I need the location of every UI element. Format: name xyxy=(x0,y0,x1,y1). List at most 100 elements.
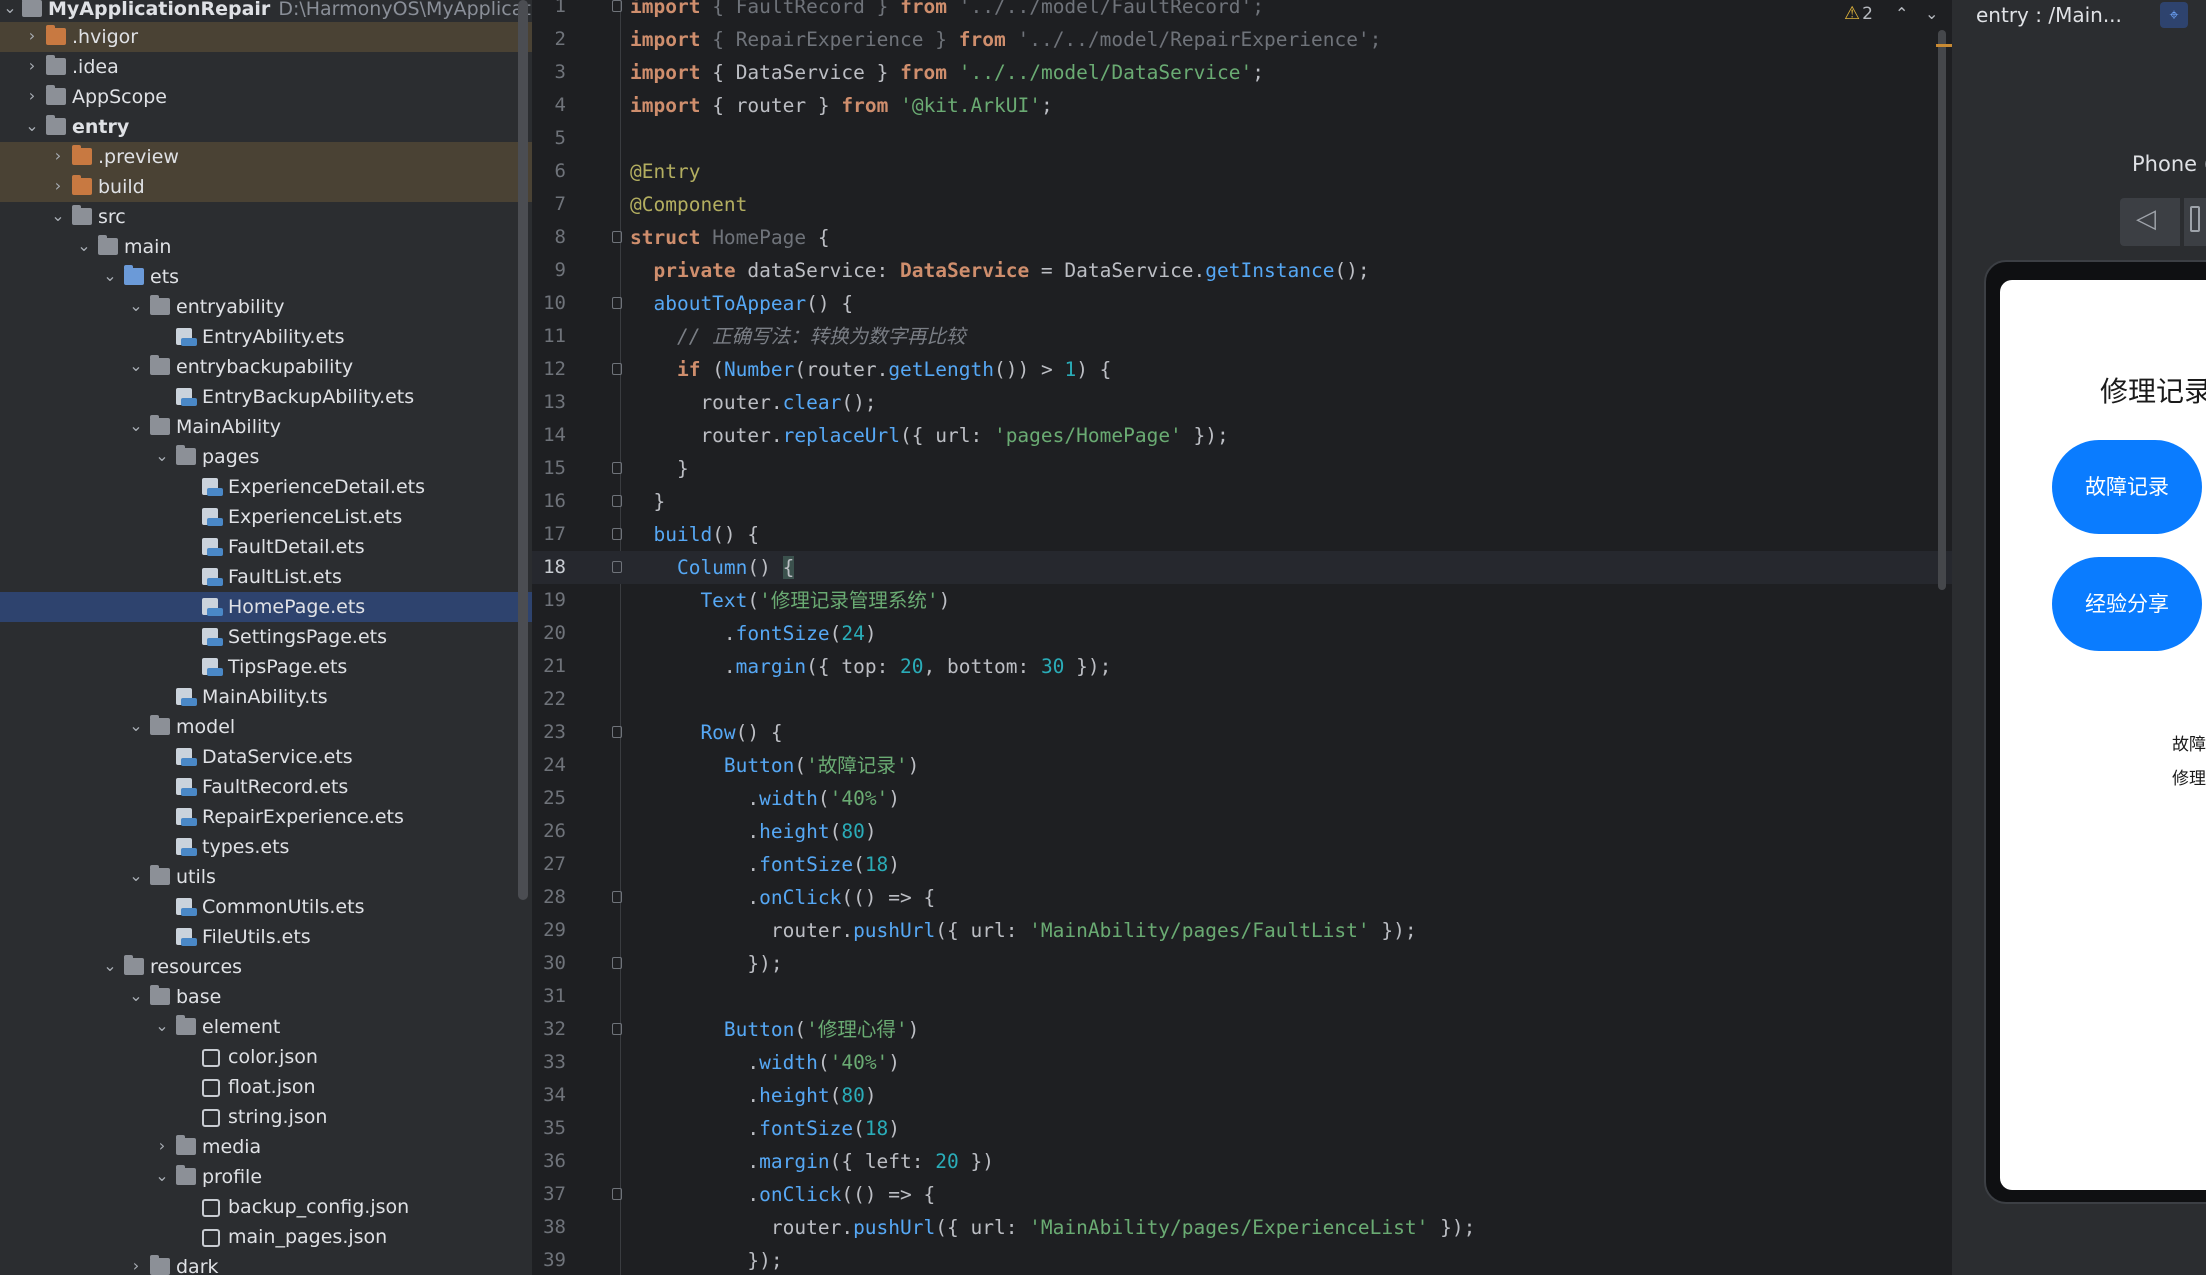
tree-item[interactable]: MainAbility.ts xyxy=(0,682,532,712)
fold-icon[interactable] xyxy=(612,297,622,309)
inspector-icon[interactable]: ⌖ xyxy=(2160,2,2188,28)
previous-highlight-icon[interactable]: ⌃ xyxy=(1895,0,1908,28)
code-line[interactable]: 17 build() { xyxy=(532,518,1952,551)
code-line[interactable]: 15 } xyxy=(532,452,1952,485)
code-line[interactable]: 33 .width('40%') xyxy=(532,1046,1952,1079)
code-line[interactable]: 35 .fontSize(18) xyxy=(532,1112,1952,1145)
tree-item[interactable]: › .hvigor xyxy=(0,22,532,52)
editor-scrollbar[interactable] xyxy=(1938,30,1946,590)
tree-item[interactable]: ⌄ entrybackupability xyxy=(0,352,532,382)
tree-item[interactable]: FaultDetail.ets xyxy=(0,532,532,562)
tree-item[interactable]: › .preview xyxy=(0,142,532,172)
code-line[interactable]: 30 }); xyxy=(532,947,1952,980)
code-line[interactable]: 23 Row() { xyxy=(532,716,1952,749)
chevron-right-icon[interactable]: › xyxy=(22,22,42,52)
code-line[interactable]: 11 // 正确写法：转换为数字再比较 xyxy=(532,320,1952,353)
chevron-right-icon[interactable]: › xyxy=(48,142,68,172)
chevron-down-icon[interactable]: ⌄ xyxy=(152,1162,172,1192)
code-line[interactable]: 4 import { router } from '@kit.ArkUI'; xyxy=(532,89,1952,122)
fold-icon[interactable] xyxy=(612,231,622,243)
tree-item[interactable]: SettingsPage.ets xyxy=(0,622,532,652)
fold-icon[interactable] xyxy=(612,891,622,903)
chevron-down-icon[interactable]: ⌄ xyxy=(126,982,146,1012)
tree-item[interactable]: TipsPage.ets xyxy=(0,652,532,682)
tree-item[interactable]: ⌄ utils xyxy=(0,862,532,892)
rotate-button[interactable] xyxy=(2184,198,2206,246)
code-line[interactable]: 6 @Entry xyxy=(532,155,1952,188)
chevron-right-icon[interactable]: › xyxy=(126,1252,146,1275)
chevron-down-icon[interactable]: ⌄ xyxy=(22,112,42,142)
fold-icon[interactable] xyxy=(612,495,622,507)
code-line[interactable]: 21 .margin({ top: 20, bottom: 30 }); xyxy=(532,650,1952,683)
tree-item[interactable]: string.json xyxy=(0,1102,532,1132)
tree-item[interactable]: ⌄ src xyxy=(0,202,532,232)
code-line[interactable]: 3 import { DataService } from '../../mode… xyxy=(532,56,1952,89)
code-line[interactable]: 34 .height(80) xyxy=(532,1079,1952,1112)
code-line[interactable]: 25 .width('40%') xyxy=(532,782,1952,815)
tree-item[interactable]: ⌄ entryability xyxy=(0,292,532,322)
tree-item[interactable]: main_pages.json xyxy=(0,1222,532,1252)
experience-share-button[interactable]: 经验分享 xyxy=(2052,557,2202,651)
code-line[interactable]: 24 Button('故障记录') xyxy=(532,749,1952,782)
tree-item[interactable]: › .idea xyxy=(0,52,532,82)
chevron-right-icon[interactable]: › xyxy=(22,52,42,82)
code-line[interactable]: 16 } xyxy=(532,485,1952,518)
warning-marker[interactable] xyxy=(1936,44,1952,47)
tree-scrollbar[interactable] xyxy=(518,0,528,900)
tree-item[interactable]: RepairExperience.ets xyxy=(0,802,532,832)
fold-icon[interactable] xyxy=(612,726,622,738)
fold-icon[interactable] xyxy=(612,528,622,540)
tree-item[interactable]: ExperienceDetail.ets xyxy=(0,472,532,502)
code-line[interactable]: 26 .height(80) xyxy=(532,815,1952,848)
code-line[interactable]: 13 router.clear(); xyxy=(532,386,1952,419)
tree-item[interactable]: › build xyxy=(0,172,532,202)
code-line[interactable]: 5 xyxy=(532,122,1952,155)
code-line[interactable]: 31 xyxy=(532,980,1952,1013)
tree-item[interactable]: ⌄ MainAbility xyxy=(0,412,532,442)
tree-item[interactable]: › AppScope xyxy=(0,82,532,112)
tree-item[interactable]: EntryBackupAbility.ets xyxy=(0,382,532,412)
code-line[interactable]: 19 Text('修理记录管理系统') xyxy=(532,584,1952,617)
code-line[interactable]: 9 private dataService: DataService = Dat… xyxy=(532,254,1952,287)
next-highlight-icon[interactable]: ⌄ xyxy=(1925,0,1938,28)
chevron-down-icon[interactable]: ⌄ xyxy=(74,232,94,262)
fold-icon[interactable] xyxy=(612,1023,622,1035)
fold-icon[interactable] xyxy=(612,1188,622,1200)
tree-item[interactable]: EntryAbility.ets xyxy=(0,322,532,352)
fold-icon[interactable] xyxy=(612,0,622,12)
tree-item[interactable]: ⌄ entry xyxy=(0,112,532,142)
code-line[interactable]: 1 import { FaultRecord } from '../../mode… xyxy=(532,0,1952,23)
chevron-down-icon[interactable]: ⌄ xyxy=(126,352,146,382)
tree-item[interactable]: › media xyxy=(0,1132,532,1162)
tree-item[interactable]: ExperienceList.ets xyxy=(0,502,532,532)
tree-item[interactable]: ⌄ profile xyxy=(0,1162,532,1192)
code-line[interactable]: 12 if (Number(router.getLength()) > 1) { xyxy=(532,353,1952,386)
chevron-down-icon[interactable]: ⌄ xyxy=(152,1012,172,1042)
code-line[interactable]: 32 Button('修理心得') xyxy=(532,1013,1952,1046)
code-line[interactable]: 37 .onClick(() => { xyxy=(532,1178,1952,1211)
tree-item[interactable]: HomePage.ets xyxy=(0,592,532,622)
fold-icon[interactable] xyxy=(612,462,622,474)
tree-item[interactable]: DataService.ets xyxy=(0,742,532,772)
chevron-down-icon[interactable]: ⌄ xyxy=(48,202,68,232)
code-line[interactable]: 29 router.pushUrl({ url: 'MainAbility/pa… xyxy=(532,914,1952,947)
code-line[interactable]: 27 .fontSize(18) xyxy=(532,848,1952,881)
tree-item[interactable]: backup_config.json xyxy=(0,1192,532,1222)
project-root[interactable]: ⌄ MyApplicationRepair D:\HarmonyOS\MyAppl… xyxy=(0,0,532,24)
tree-item[interactable]: ⌄ main xyxy=(0,232,532,262)
tree-item[interactable]: color.json xyxy=(0,1042,532,1072)
chevron-right-icon[interactable]: › xyxy=(152,1132,172,1162)
code-line[interactable]: 2 import { RepairExperience } from '../..… xyxy=(532,23,1952,56)
tree-item[interactable]: types.ets xyxy=(0,832,532,862)
code-line[interactable]: 22 xyxy=(532,683,1952,716)
tree-item[interactable]: FileUtils.ets xyxy=(0,922,532,952)
chevron-down-icon[interactable]: ⌄ xyxy=(100,262,120,292)
chevron-right-icon[interactable]: › xyxy=(48,172,68,202)
fold-icon[interactable] xyxy=(612,561,622,573)
device-label[interactable]: Phone ( xyxy=(2132,152,2206,176)
tree-item[interactable]: FaultList.ets xyxy=(0,562,532,592)
code-line[interactable]: 39 }); xyxy=(532,1244,1952,1275)
code-line[interactable]: 20 .fontSize(24) xyxy=(532,617,1952,650)
tree-item[interactable]: ⌄ pages xyxy=(0,442,532,472)
back-button[interactable]: ◁ xyxy=(2120,198,2180,246)
